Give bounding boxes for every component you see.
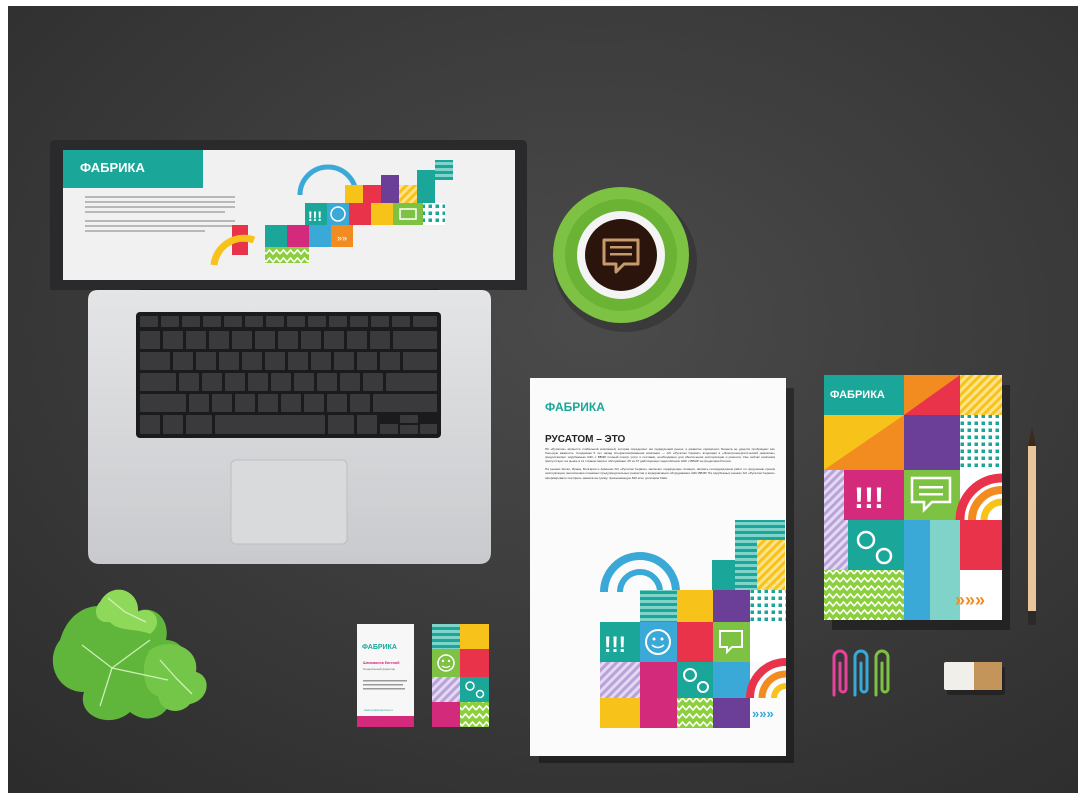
letterhead-logo: ФАБРИКА	[545, 400, 605, 414]
card-website: www.rusatomservice.ru	[364, 708, 393, 712]
letterhead-sheet: ФАБРИКА РУСАТОМ – ЭТО ПК «Русатом» являе…	[530, 378, 794, 763]
card-name: Шаповалов Евгений	[363, 661, 399, 665]
business-card-front: ФАБРИКА Шаповалов Евгений Генеральный ди…	[357, 624, 414, 727]
laptop: ФАБРИКА !!! »»	[50, 140, 527, 564]
key-row-1	[140, 316, 437, 327]
key-row-3	[140, 352, 437, 370]
card-job-title: Генеральный директор	[363, 667, 396, 671]
folder: ФАБРИКА !!! »»»	[824, 375, 1010, 630]
letterhead-heading: РУСАТОМ – ЭТО	[545, 434, 626, 445]
folder-exclaim-icon: !!!	[854, 482, 884, 515]
letterhead-paragraph-1: ПК «Русатом» является глобальной компани…	[545, 447, 775, 464]
key-row-4	[140, 373, 437, 391]
arrows-icon: »»	[337, 233, 347, 243]
laptop-screen-logo: ФАБРИКА	[80, 160, 145, 175]
business-card-back	[432, 624, 489, 727]
pencil	[1028, 428, 1036, 625]
letterhead-paragraph-2: На рынках Китая, Ирана, Болгарии и Армен…	[545, 467, 775, 480]
card-logo: ФАБРИКА	[362, 644, 397, 651]
key-row-5	[140, 394, 437, 412]
folder-logo: ФАБРИКА	[830, 389, 885, 401]
folder-arrows-icon: »»»	[955, 590, 985, 610]
exclaim-icon: !!!	[308, 208, 322, 224]
letterhead-exclaim-icon: !!!	[604, 632, 626, 657]
stationery-mockup-scene: ФАБРИКА !!! »» ФАБРИКА РУСАТОМ – ЭТО ПК …	[0, 0, 1088, 801]
eraser	[944, 662, 1005, 695]
letterhead-arrows-icon: »»»	[752, 706, 774, 721]
trackpad	[230, 459, 348, 545]
